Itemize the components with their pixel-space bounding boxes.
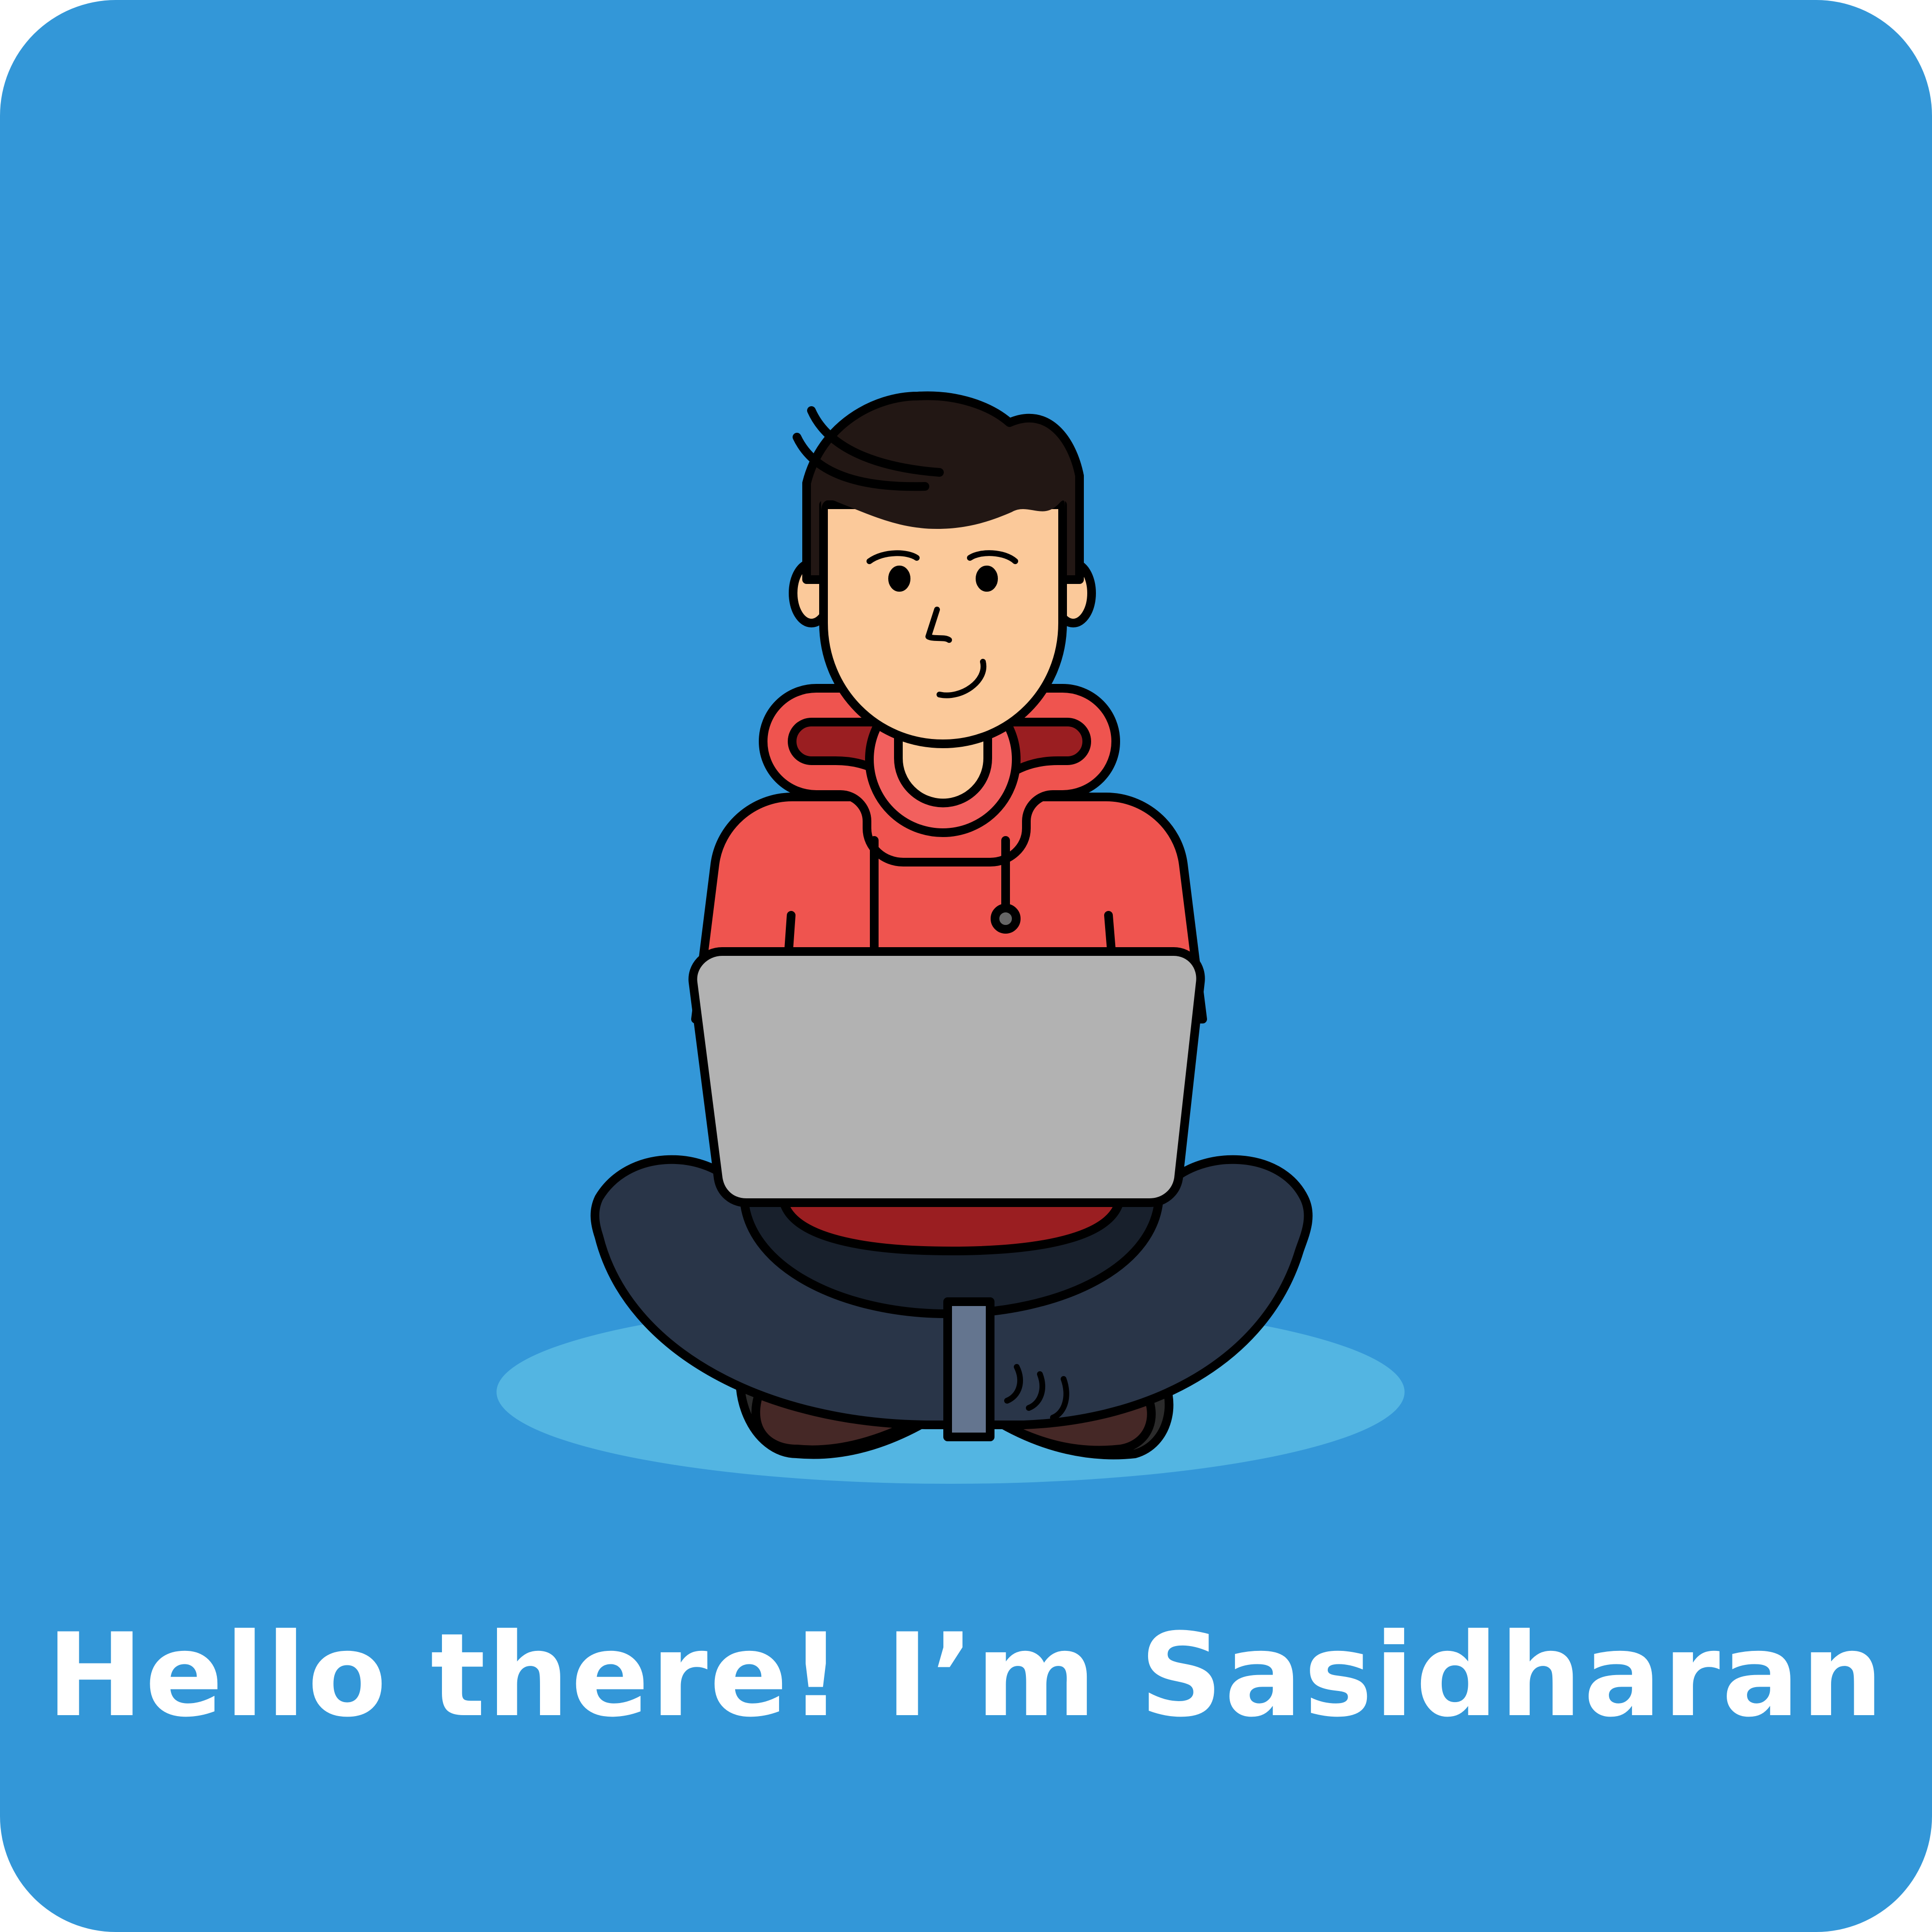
drawstring-tip bbox=[991, 904, 1021, 934]
laptop-stand bbox=[943, 1297, 994, 1441]
right-eye bbox=[976, 566, 998, 592]
left-eye bbox=[888, 566, 910, 592]
greeting-heading: Hello there! I’m Sasidharan bbox=[47, 1609, 1885, 1743]
hero-card: Hello there! I’m Sasidharan bbox=[0, 0, 1932, 1932]
face bbox=[819, 500, 1067, 748]
laptop[interactable] bbox=[688, 947, 1205, 1207]
